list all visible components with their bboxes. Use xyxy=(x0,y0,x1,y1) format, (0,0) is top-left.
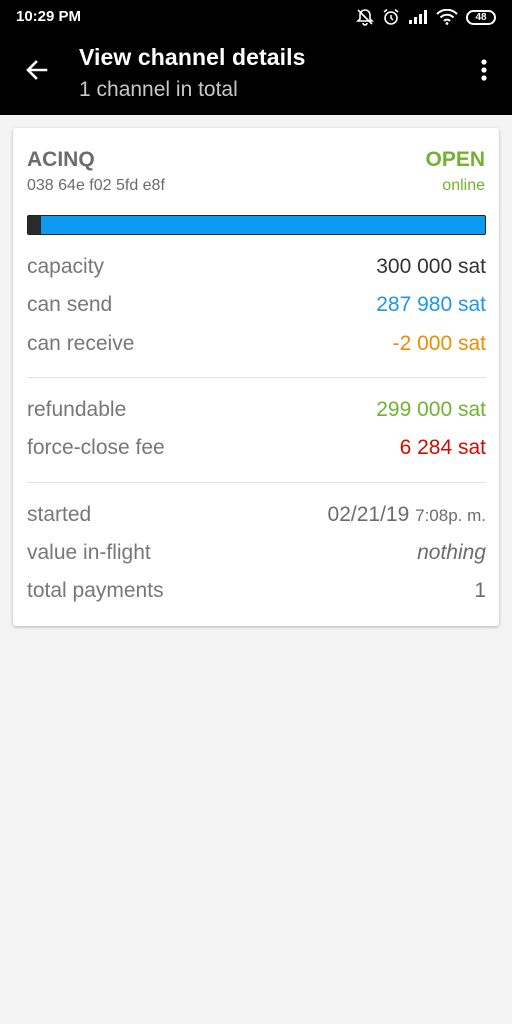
can-send-value: 287 980 sat xyxy=(376,293,486,316)
status-bar: 10:29 PM 48 xyxy=(0,0,512,33)
connection-status: online xyxy=(442,177,485,194)
refundable-label: refundable xyxy=(27,398,127,421)
alarm-off-icon xyxy=(356,8,374,26)
started-date: 02/21/19 xyxy=(327,503,410,526)
capacity-label: capacity xyxy=(27,255,105,278)
capacity-value: 300 000 sat xyxy=(376,255,486,278)
back-button[interactable] xyxy=(18,53,56,91)
peer-name: ACINQ xyxy=(27,148,95,171)
alarm-clock-icon xyxy=(382,8,400,26)
app-bar: View channel details 1 channel in total xyxy=(0,33,512,115)
total-payments-label: total payments xyxy=(27,579,164,602)
value-in-flight-label: value in-flight xyxy=(27,541,151,564)
status-time: 10:29 PM xyxy=(16,8,82,25)
overflow-menu-button[interactable] xyxy=(470,51,498,93)
can-receive-value: -2 000 sat xyxy=(392,332,486,355)
can-send-row: can send 287 980 sat xyxy=(27,293,486,323)
refundable-value: 299 000 sat xyxy=(376,398,486,421)
force-close-fee-value: 6 284 sat xyxy=(399,436,486,459)
wifi-icon xyxy=(436,9,458,25)
overflow-menu-icon xyxy=(480,58,488,87)
total-payments-value: 1 xyxy=(474,579,486,602)
force-close-fee-label: force-close fee xyxy=(27,436,165,459)
signal-icon xyxy=(408,9,428,25)
can-receive-label: can receive xyxy=(27,332,135,355)
can-send-label: can send xyxy=(27,293,113,316)
balance-bar xyxy=(27,215,486,235)
capacity-row: capacity 300 000 sat xyxy=(27,255,486,285)
channel-state-badge: OPEN xyxy=(425,148,485,171)
divider xyxy=(27,377,486,378)
divider xyxy=(27,482,486,483)
page-title: View channel details xyxy=(79,44,306,70)
started-value: 02/21/19 7:08p. m. xyxy=(328,503,486,527)
total-payments-row: total payments 1 xyxy=(27,579,486,609)
force-close-fee-row: force-close fee 6 284 sat xyxy=(27,436,486,466)
balance-bar-local-fill xyxy=(28,216,467,234)
value-in-flight-value: nothing xyxy=(417,541,486,564)
arrow-back-icon xyxy=(25,58,49,87)
status-icons: 48 xyxy=(356,7,496,27)
can-receive-row: can receive -2 000 sat xyxy=(27,332,486,362)
started-row: started 02/21/19 7:08p. m. xyxy=(27,503,486,533)
value-in-flight-row: value in-flight nothing xyxy=(27,541,486,571)
page-subtitle: 1 channel in total xyxy=(79,78,238,101)
refundable-row: refundable 299 000 sat xyxy=(27,398,486,428)
peer-node-id: 038 64e f02 5fd e8f xyxy=(27,177,165,194)
started-time: 7:08p. m. xyxy=(415,506,486,525)
balance-bar-reserve xyxy=(28,216,41,234)
started-label: started xyxy=(27,503,92,526)
battery-icon: 48 xyxy=(466,9,496,25)
channel-card[interactable]: ACINQ 038 64e f02 5fd e8f OPEN online ca… xyxy=(13,128,499,626)
